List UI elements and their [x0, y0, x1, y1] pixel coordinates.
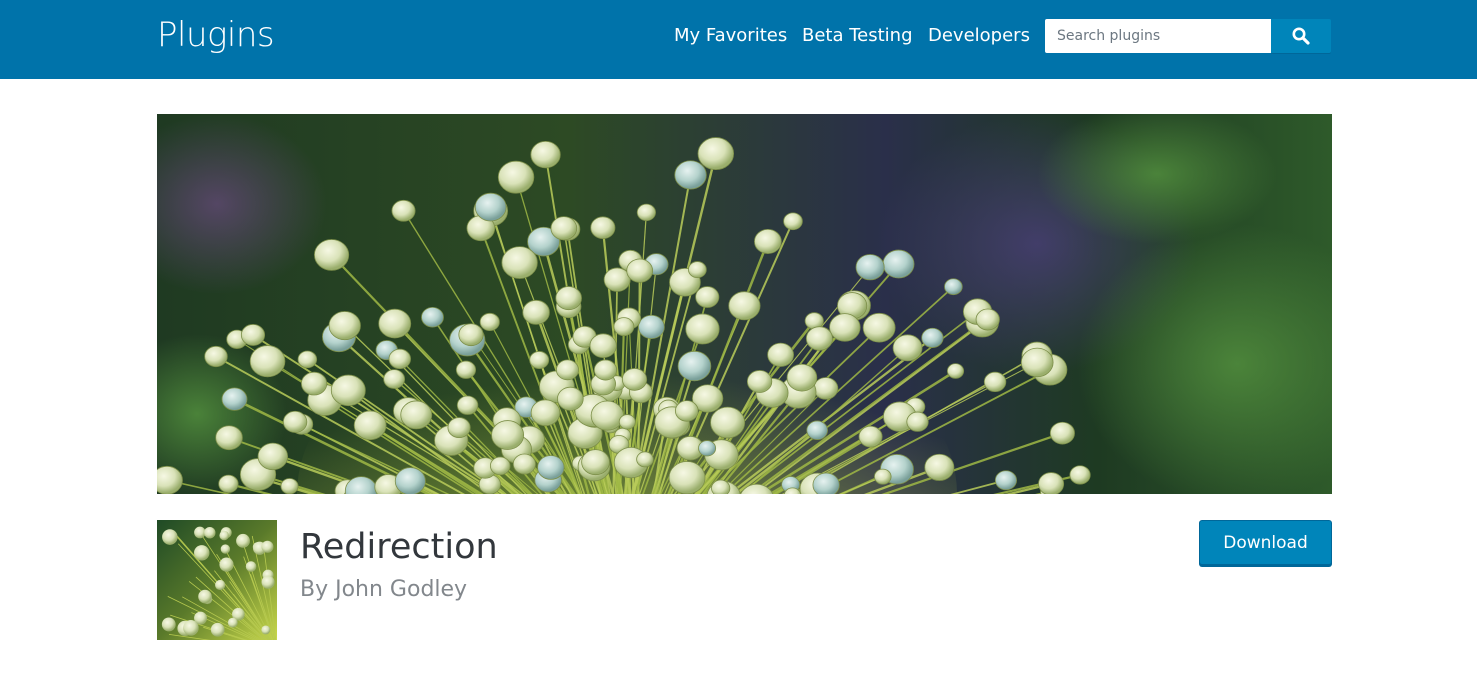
search-input[interactable] [1045, 19, 1271, 53]
download-button[interactable]: Download [1199, 520, 1332, 565]
nav-developers[interactable]: Developers [928, 24, 1030, 48]
plugin-icon-image [157, 520, 277, 640]
search-button[interactable] [1271, 19, 1331, 53]
plugin-banner [157, 114, 1332, 494]
plugin-author-link[interactable]: By John Godley [300, 577, 467, 602]
nav-my-favorites[interactable]: My Favorites [674, 24, 787, 48]
plugin-title: Redirection [300, 527, 498, 567]
banner-image [157, 114, 1332, 494]
nav-beta-testing[interactable]: Beta Testing [802, 24, 913, 48]
plugin-author: By John Godley [300, 575, 467, 605]
plugin-icon [157, 520, 277, 640]
site-title-link[interactable]: Plugins [157, 13, 275, 57]
site-header: Plugins My Favorites Beta Testing Develo… [0, 0, 1477, 79]
search-icon [1291, 26, 1311, 46]
search-form [1045, 19, 1331, 53]
